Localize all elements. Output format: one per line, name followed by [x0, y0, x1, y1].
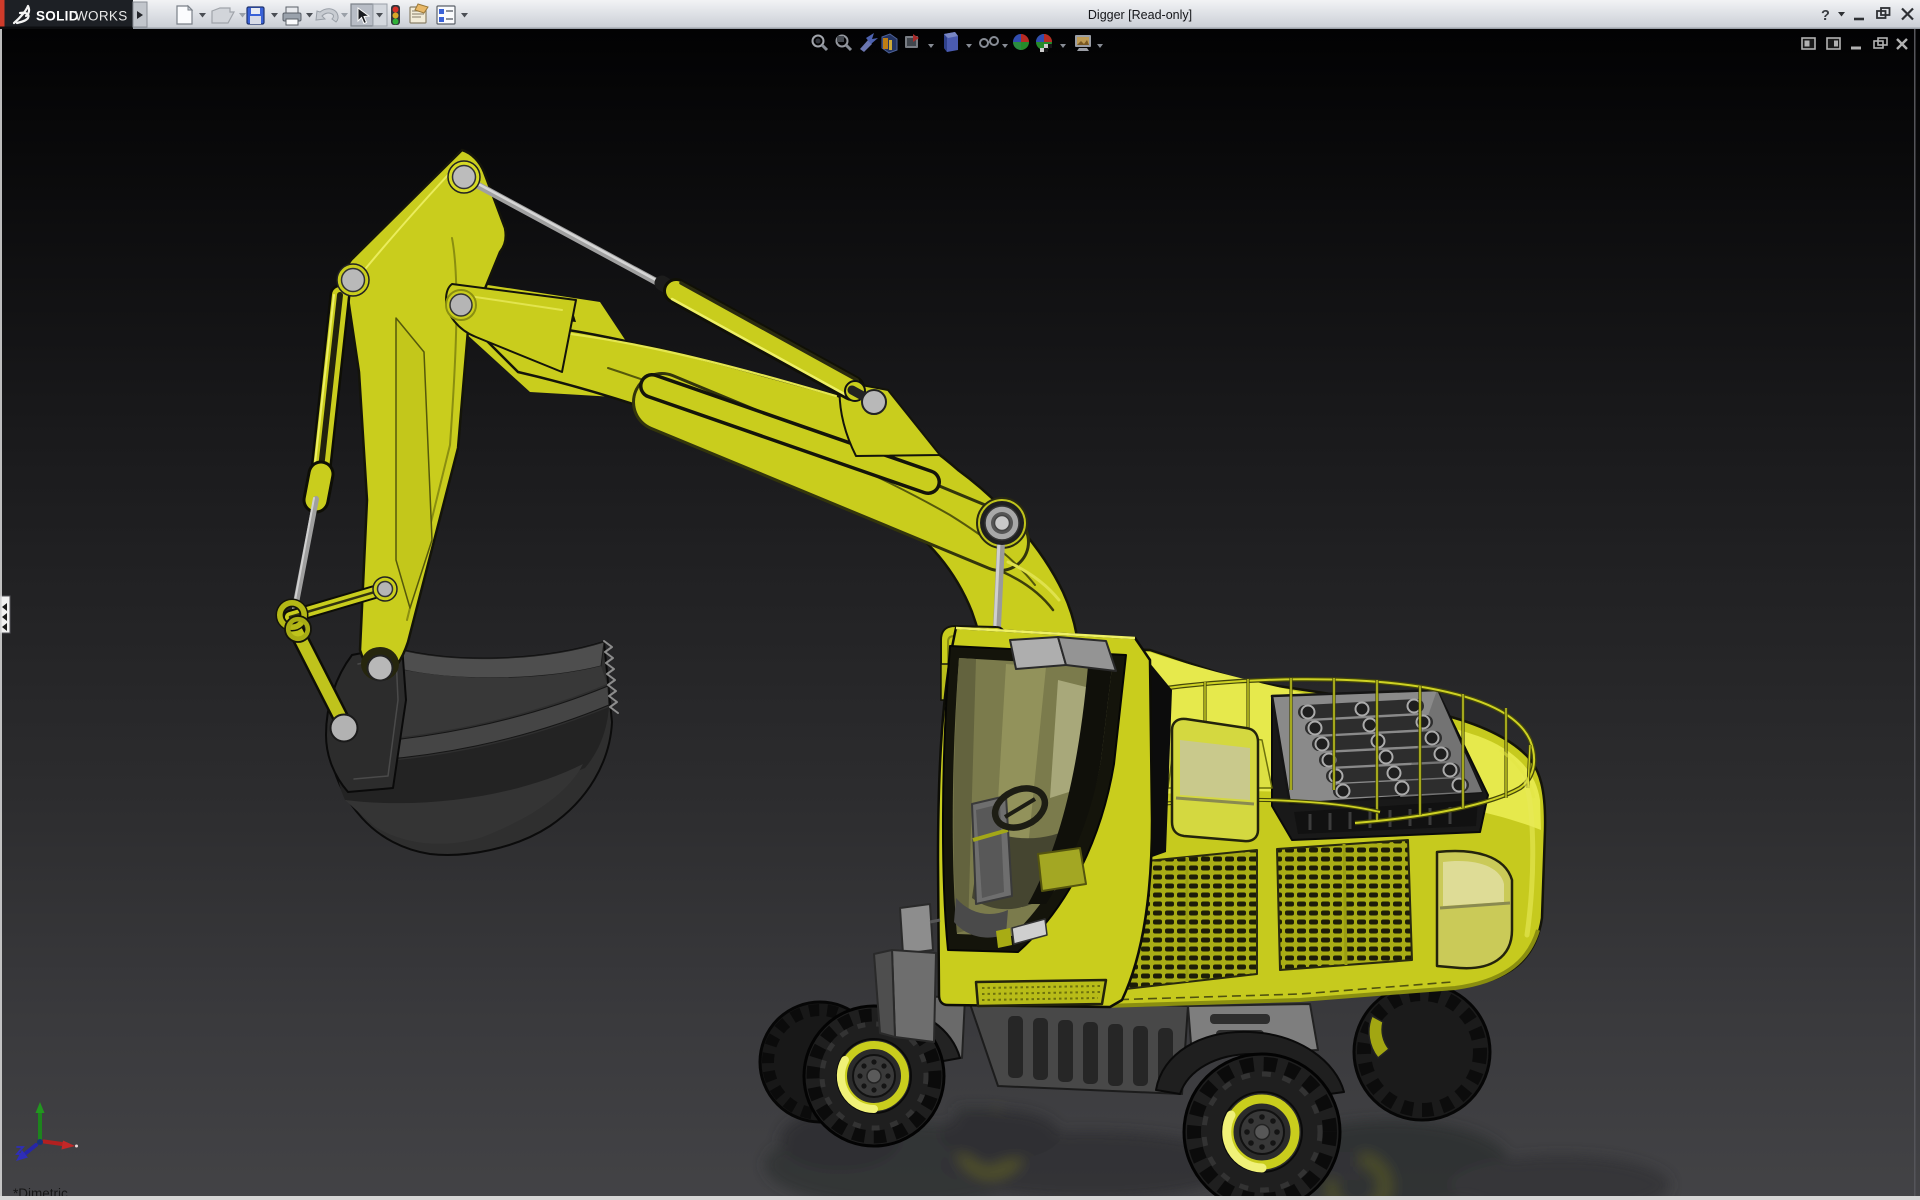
svg-text:Digger [Read-only]: Digger [Read-only] — [1088, 8, 1192, 22]
svg-text:WORKS: WORKS — [75, 9, 128, 24]
svg-text:?: ? — [1821, 8, 1830, 24]
svg-text:SOLID: SOLID — [36, 9, 79, 24]
